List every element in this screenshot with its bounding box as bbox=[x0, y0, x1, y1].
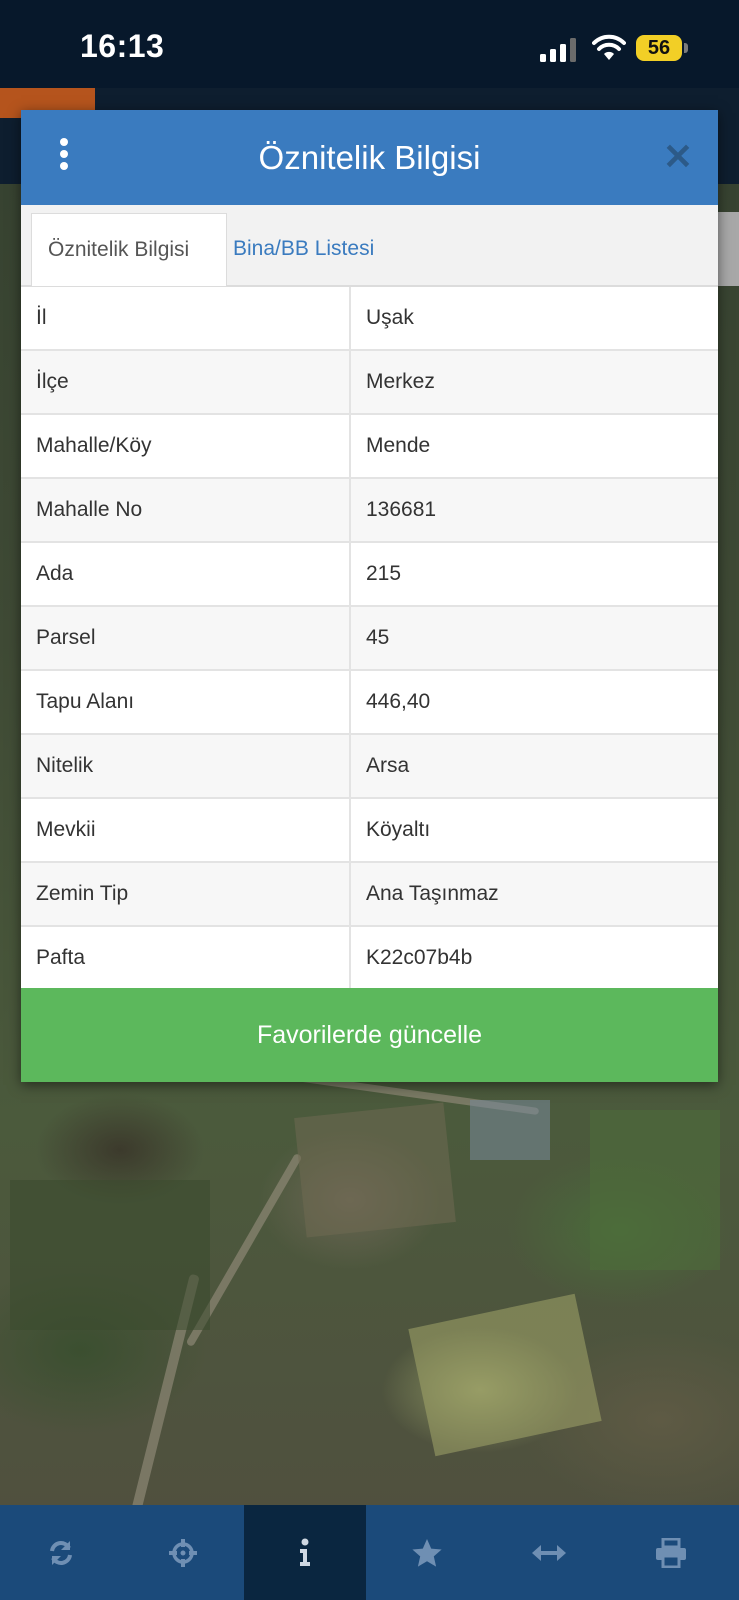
row-value: 136681 bbox=[366, 498, 437, 521]
close-icon[interactable]: ✕ bbox=[661, 139, 695, 175]
star-icon bbox=[412, 1538, 442, 1567]
attribute-table: İl Uşak İlçe Merkez Mahalle/Köy Mende Mahal… bbox=[21, 287, 718, 991]
row-key: Mahalle/Köy bbox=[21, 415, 351, 477]
row-value: 446,40 bbox=[366, 690, 431, 713]
row-key: Parsel bbox=[21, 607, 351, 669]
info-button[interactable] bbox=[244, 1505, 366, 1600]
table-row: Mevkii Köyaltı bbox=[21, 799, 718, 863]
row-value: 215 bbox=[366, 562, 402, 585]
wifi-icon bbox=[592, 34, 626, 60]
table-row: Zemin Tip Ana Taşınmaz bbox=[21, 863, 718, 927]
crosshair-icon bbox=[169, 1538, 197, 1567]
more-options-icon[interactable] bbox=[57, 138, 71, 174]
row-value: 45 bbox=[366, 626, 390, 649]
row-key: Nitelik bbox=[21, 735, 351, 797]
favorites-button[interactable] bbox=[366, 1505, 488, 1600]
row-value: Uşak bbox=[366, 306, 414, 329]
bottom-toolbar bbox=[0, 1505, 739, 1600]
row-value: K22c07b4b bbox=[366, 946, 473, 969]
table-row: Mahalle/Köy Mende bbox=[21, 415, 718, 479]
dialog-tabs: Öznitelik Bilgisi Bina/BB Listesi bbox=[21, 205, 718, 287]
table-row: Mahalle No 136681 bbox=[21, 479, 718, 543]
info-icon bbox=[300, 1538, 310, 1566]
battery-icon: 56 bbox=[636, 35, 682, 61]
row-value: Mende bbox=[366, 434, 431, 457]
measure-button[interactable] bbox=[488, 1505, 610, 1600]
tab-building-list[interactable]: Bina/BB Listesi bbox=[217, 213, 390, 285]
row-key: İl bbox=[21, 287, 351, 349]
tab-attribute-info[interactable]: Öznitelik Bilgisi bbox=[31, 213, 227, 286]
print-icon bbox=[656, 1537, 686, 1568]
print-button[interactable] bbox=[610, 1505, 732, 1600]
dialog-title: Öznitelik Bilgisi bbox=[258, 139, 481, 176]
table-row: Ada 215 bbox=[21, 543, 718, 607]
row-key: Tapu Alanı bbox=[21, 671, 351, 733]
table-row: Tapu Alanı 446,40 bbox=[21, 671, 718, 735]
status-bar: 16:13 56 bbox=[0, 0, 739, 88]
row-value: Köyaltı bbox=[366, 818, 431, 841]
table-row: Nitelik Arsa bbox=[21, 735, 718, 799]
row-key: Zemin Tip bbox=[21, 863, 351, 925]
measure-arrows-icon bbox=[532, 1544, 566, 1561]
refresh-button[interactable] bbox=[0, 1505, 122, 1600]
row-value: Merkez bbox=[366, 370, 435, 393]
battery-cap bbox=[684, 43, 688, 53]
table-row: İlçe Merkez bbox=[21, 351, 718, 415]
row-value: Arsa bbox=[366, 754, 410, 777]
table-row: Parsel 45 bbox=[21, 607, 718, 671]
update-favorites-button[interactable]: Favorilerde güncelle bbox=[21, 988, 718, 1082]
row-key: Mahalle No bbox=[21, 479, 351, 541]
attribute-dialog: Öznitelik Bilgisi ✕ Öznitelik Bilgisi Bi… bbox=[21, 110, 718, 1082]
status-time: 16:13 bbox=[80, 28, 165, 64]
row-key: İlçe bbox=[21, 351, 351, 413]
row-value: Ana Taşınmaz bbox=[366, 882, 499, 905]
side-panel-handle[interactable] bbox=[718, 212, 739, 286]
row-key: Pafta bbox=[21, 927, 351, 989]
table-row: Pafta K22c07b4b bbox=[21, 927, 718, 991]
refresh-icon bbox=[50, 1540, 72, 1565]
table-row: İl Uşak bbox=[21, 287, 718, 351]
row-key: Ada bbox=[21, 543, 351, 605]
dialog-header: Öznitelik Bilgisi ✕ bbox=[21, 110, 718, 205]
cellular-signal-icon bbox=[540, 38, 576, 62]
locate-button[interactable] bbox=[122, 1505, 244, 1600]
row-key: Mevkii bbox=[21, 799, 351, 861]
